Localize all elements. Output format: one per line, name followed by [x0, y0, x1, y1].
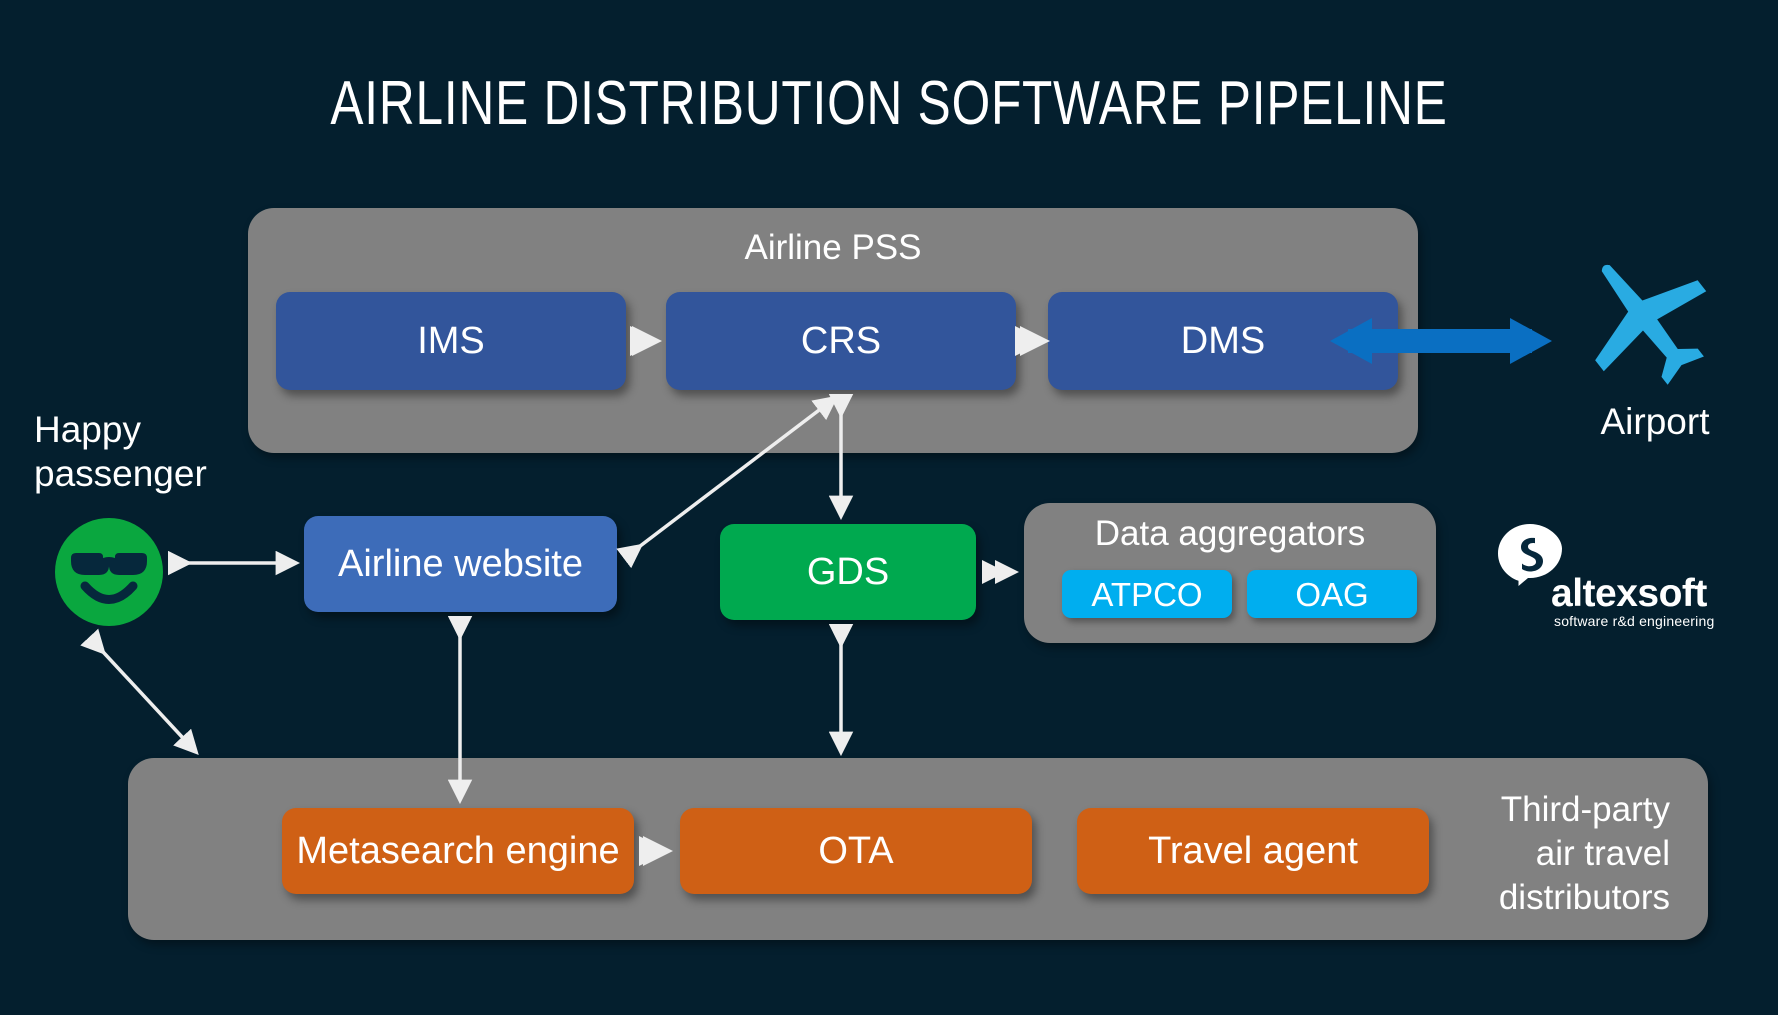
- label-happy-passenger: Happy passenger: [34, 408, 264, 496]
- node-crs[interactable]: CRS: [666, 292, 1016, 390]
- altexsoft-logo: altexsoft software r&d engineering: [1497, 522, 1727, 632]
- happy-passenger-icon: [55, 518, 163, 626]
- node-travel-agent[interactable]: Travel agent: [1077, 808, 1429, 894]
- node-metasearch-engine[interactable]: Metasearch engine: [282, 808, 634, 894]
- third-party-title-line-2: air travel: [1440, 832, 1670, 876]
- diagram-canvas: AIRLINE DISTRIBUTION SOFTWARE PIPELINE A…: [0, 0, 1778, 1015]
- node-ota[interactable]: OTA: [680, 808, 1032, 894]
- third-party-title-line-1: Third-party: [1440, 788, 1670, 832]
- panel-data-aggregators-title: Data aggregators: [1024, 514, 1436, 554]
- happy-passenger-line-1: Happy: [34, 408, 264, 452]
- node-ims[interactable]: IMS: [276, 292, 626, 390]
- panel-airline-pss-title: Airline PSS: [248, 228, 1418, 268]
- node-gds[interactable]: GDS: [720, 524, 976, 620]
- node-atpco[interactable]: ATPCO: [1062, 570, 1232, 618]
- altexsoft-wordmark: altexsoft: [1551, 574, 1707, 613]
- node-airline-website[interactable]: Airline website: [304, 516, 617, 612]
- happy-passenger-line-2: passenger: [34, 452, 264, 496]
- arrow-passenger-thirdparty: [92, 640, 196, 752]
- third-party-title-line-3: distributors: [1440, 876, 1670, 920]
- node-dms[interactable]: DMS: [1048, 292, 1398, 390]
- page-title: AIRLINE DISTRIBUTION SOFTWARE PIPELINE: [178, 68, 1600, 139]
- altexsoft-tagline: software r&d engineering: [1554, 614, 1714, 628]
- node-oag[interactable]: OAG: [1247, 570, 1417, 618]
- panel-third-party-title: Third-party air travel distributors: [1440, 788, 1670, 920]
- airplane-icon: [1572, 246, 1722, 396]
- label-airport: Airport: [1540, 400, 1770, 444]
